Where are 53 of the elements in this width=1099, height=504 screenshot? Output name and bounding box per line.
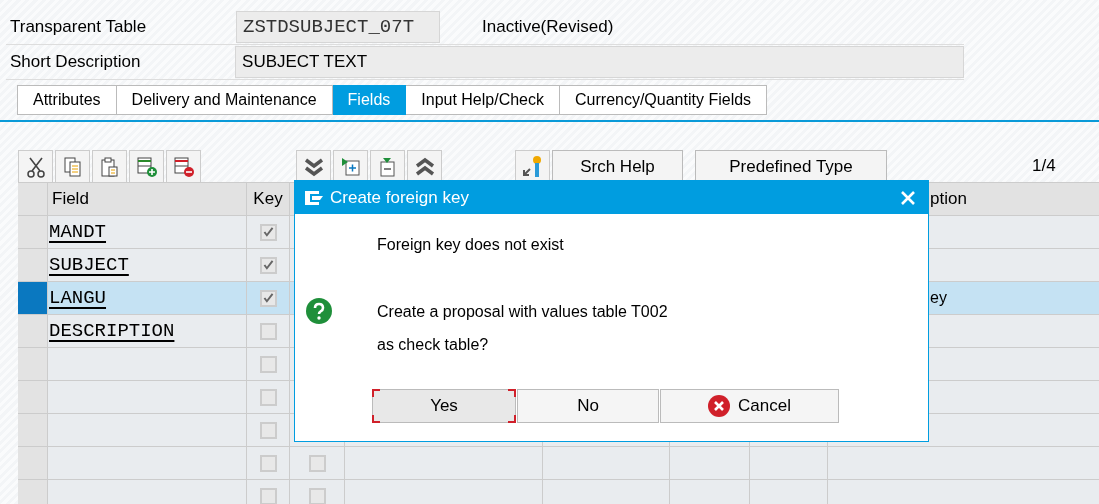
table-row[interactable] <box>18 480 1099 504</box>
short-description-field[interactable]: SUBJECT TEXT <box>235 46 964 78</box>
field-name-link[interactable]: MANDT <box>49 221 106 243</box>
expand-down-icon[interactable] <box>296 150 331 182</box>
row-selector[interactable] <box>18 282 48 315</box>
column-header: Key <box>253 189 283 209</box>
delete-row-icon[interactable] <box>166 150 201 182</box>
remove-icon[interactable] <box>370 150 405 182</box>
field-name-link[interactable]: LANGU <box>49 287 106 309</box>
dialog-message: as check table? <box>377 336 489 354</box>
collapse-up-icon[interactable] <box>407 150 442 182</box>
column-header: ption <box>930 189 967 209</box>
field-label: Short Description <box>9 52 142 72</box>
table-row[interactable] <box>18 447 1099 480</box>
checkbox[interactable] <box>308 454 326 472</box>
table-cell: ey <box>930 289 947 307</box>
checkbox[interactable] <box>308 487 326 504</box>
field-label: Transparent Table <box>9 17 148 37</box>
row-selector[interactable] <box>18 414 48 447</box>
dialog-button[interactable]: No <box>517 389 659 423</box>
cut-icon[interactable] <box>18 150 53 182</box>
question-icon <box>306 298 332 324</box>
insert-row-icon[interactable] <box>129 150 164 182</box>
row-selector[interactable] <box>18 480 48 504</box>
tab[interactable]: Delivery and Maintenance <box>116 85 333 115</box>
row-selector[interactable] <box>18 249 48 282</box>
status-text: Inactive(Revised) <box>482 17 614 37</box>
tab[interactable]: Attributes <box>17 85 117 115</box>
page-indicator: 1/4 <box>1032 156 1056 176</box>
tab[interactable]: Input Help/Check <box>406 85 560 115</box>
toolbar-button[interactable]: Predefined Type <box>695 150 887 182</box>
row-selector[interactable] <box>18 216 48 249</box>
dialog-message: Foreign key does not exist <box>377 236 564 254</box>
field-name-link[interactable]: DESCRIPTION <box>49 320 175 342</box>
column-header: Field <box>52 189 89 209</box>
key-icon[interactable] <box>515 150 550 182</box>
row-selector[interactable] <box>18 348 48 381</box>
table-name-field[interactable]: ZSTDSUBJECT_07T <box>236 11 440 43</box>
tab[interactable]: Currency/Quantity Fields <box>560 85 768 115</box>
window-icon <box>304 189 324 206</box>
toolbar-button[interactable]: Srch Help <box>552 150 683 182</box>
cancel-icon <box>708 395 731 417</box>
field-name-link[interactable]: SUBJECT <box>49 254 129 276</box>
row-selector[interactable] <box>18 315 48 348</box>
dialog-button[interactable]: Cancel <box>660 389 839 423</box>
dialog-message: Create a proposal with values table T002 <box>377 303 668 321</box>
paste-icon[interactable] <box>92 150 127 182</box>
close-icon[interactable] <box>900 189 916 206</box>
dialog-button[interactable]: Yes <box>372 389 516 423</box>
row-selector[interactable] <box>18 381 48 414</box>
row-selector[interactable] <box>18 447 48 480</box>
insert-icon[interactable] <box>333 150 368 182</box>
dialog-title: Create foreign key <box>330 187 469 208</box>
